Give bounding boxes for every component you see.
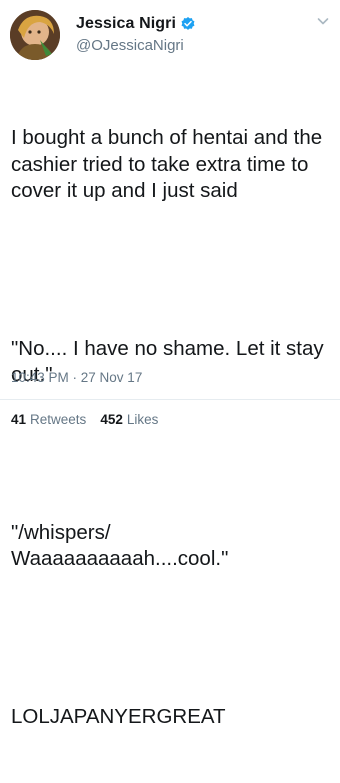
retweets-label: Retweets (30, 412, 87, 427)
display-name-row: Jessica Nigri (76, 14, 196, 34)
tweet-stats: 41 Retweets 452 Likes (11, 412, 172, 427)
tweet-card: Jessica Nigri @OJessicaNigri I bought a … (0, 0, 340, 728)
tweet-timestamp[interactable]: 10:43 PM · 27 Nov 17 (11, 370, 142, 385)
chevron-down-icon[interactable] (316, 14, 330, 28)
tweet-paragraph-1: I bought a bunch of hentai and the cashi… (11, 126, 328, 202)
avatar-image (10, 10, 60, 60)
tweet-text: I bought a bunch of hentai and the cashi… (11, 72, 336, 783)
author-display-name[interactable]: Jessica Nigri (76, 15, 176, 33)
tweet-header: Jessica Nigri @OJessicaNigri (0, 0, 340, 68)
verified-badge-icon (180, 16, 196, 32)
author-handle[interactable]: @OJessicaNigri (76, 37, 196, 54)
likes-label: Likes (126, 412, 159, 427)
avatar[interactable] (10, 10, 60, 60)
author-names: Jessica Nigri @OJessicaNigri (76, 14, 196, 54)
retweets-stat[interactable]: 41 Retweets (11, 412, 86, 427)
divider (0, 399, 340, 400)
tweet-paragraph-3: "/whispers/ Waaaaaaaaaah....cool." (11, 520, 229, 571)
retweets-count: 41 (11, 412, 27, 427)
likes-stat[interactable]: 452 Likes (100, 412, 158, 427)
likes-count: 452 (100, 412, 123, 427)
tweet-paragraph-4: LOLJAPANYERGREAT (11, 704, 226, 728)
